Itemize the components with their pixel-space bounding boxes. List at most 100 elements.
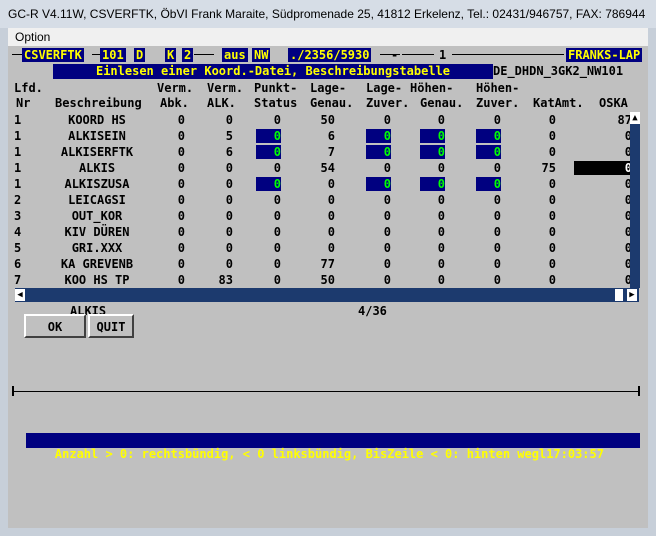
field-flag2[interactable]: K: [165, 48, 177, 62]
cell-verm-alk[interactable]: 0: [201, 209, 233, 223]
cell-katamt[interactable]: 0: [515, 177, 556, 191]
cell-hoehen-zuver[interactable]: 0: [476, 241, 501, 255]
cell-oska[interactable]: 0: [574, 193, 632, 207]
cell-verm-alk[interactable]: 0: [201, 257, 233, 271]
field-number[interactable]: 101: [100, 48, 126, 62]
cell-oska[interactable]: 0: [574, 257, 632, 271]
quit-button[interactable]: QUIT: [88, 314, 134, 338]
cell-hoehen-zuver[interactable]: 0: [476, 209, 501, 223]
cell-verm-abk[interactable]: 0: [163, 193, 185, 207]
cell-lage-genau[interactable]: 7: [310, 145, 335, 159]
cell-hoehen-zuver[interactable]: 0: [476, 161, 501, 175]
cell-lage-zuver[interactable]: 0: [366, 161, 391, 175]
cell-hoehen-zuver[interactable]: 0: [476, 129, 501, 143]
row-description[interactable]: KA GREVENB: [56, 257, 138, 271]
cell-verm-alk[interactable]: 0: [201, 177, 233, 191]
cell-lage-genau[interactable]: 50: [310, 113, 335, 127]
cell-verm-abk[interactable]: 0: [163, 225, 185, 239]
field-flag1[interactable]: D: [134, 48, 146, 62]
cell-hoehen-genau[interactable]: 0: [420, 145, 445, 159]
cell-katamt[interactable]: 0: [515, 129, 556, 143]
cell-verm-abk[interactable]: 0: [163, 129, 185, 143]
cell-hoehen-zuver[interactable]: 0: [476, 177, 501, 191]
cell-verm-alk[interactable]: 0: [201, 113, 233, 127]
cell-hoehen-genau[interactable]: 0: [420, 193, 445, 207]
cell-hoehen-genau[interactable]: 0: [420, 225, 445, 239]
cell-verm-abk[interactable]: 0: [163, 273, 185, 287]
cell-punkt-status[interactable]: 0: [256, 113, 281, 127]
cell-verm-abk[interactable]: 0: [163, 161, 185, 175]
cell-lage-zuver[interactable]: 0: [366, 113, 391, 127]
cell-lage-zuver[interactable]: 0: [366, 177, 391, 191]
cell-katamt[interactable]: 0: [515, 113, 556, 127]
table-row[interactable]: 1 ALKISZUSA 0 0 0 0 0 0 0 0 0: [8, 176, 632, 192]
cell-punkt-status[interactable]: 0: [256, 257, 281, 271]
cell-katamt[interactable]: 0: [515, 145, 556, 159]
row-description[interactable]: ALKIS: [56, 161, 138, 175]
scroll-thumb[interactable]: [615, 289, 623, 301]
cell-lage-genau[interactable]: 54: [310, 161, 335, 175]
cell-hoehen-genau[interactable]: 0: [420, 241, 445, 255]
cell-punkt-status[interactable]: 0: [256, 161, 281, 175]
vertical-scrollbar[interactable]: ▲: [630, 112, 640, 288]
cell-lage-zuver[interactable]: 0: [366, 145, 391, 159]
cell-hoehen-zuver[interactable]: 0: [476, 145, 501, 159]
cell-hoehen-zuver[interactable]: 0: [476, 273, 501, 287]
cell-verm-alk[interactable]: 0: [201, 161, 233, 175]
cell-verm-abk[interactable]: 0: [163, 113, 185, 127]
row-description[interactable]: GRI.XXX: [56, 241, 138, 255]
field-mode[interactable]: aus: [222, 48, 248, 62]
cell-oska[interactable]: 0: [574, 225, 632, 239]
cell-katamt[interactable]: 0: [515, 241, 556, 255]
table-row[interactable]: 4 KIV DÜREN 0 0 0 0 0 0 0 0 0: [8, 224, 632, 240]
cell-oska[interactable]: 0: [574, 241, 632, 255]
row-description[interactable]: KIV DÜREN: [56, 225, 138, 239]
field-flag3[interactable]: 2: [182, 48, 194, 62]
cell-katamt[interactable]: 0: [515, 273, 556, 287]
cell-oska[interactable]: 0: [574, 209, 632, 223]
cell-lage-genau[interactable]: 0: [310, 241, 335, 255]
scroll-up-icon[interactable]: ▲: [630, 112, 640, 124]
row-description[interactable]: OUT_KOR: [56, 209, 138, 223]
cell-punkt-status[interactable]: 0: [256, 145, 281, 159]
cell-hoehen-genau[interactable]: 0: [420, 257, 445, 271]
cell-verm-abk[interactable]: 0: [163, 177, 185, 191]
cell-katamt[interactable]: 0: [515, 225, 556, 239]
cell-oska[interactable]: 0: [574, 161, 632, 175]
cell-katamt[interactable]: 0: [515, 193, 556, 207]
cell-lage-genau[interactable]: 50: [310, 273, 335, 287]
cell-katamt[interactable]: 0: [515, 257, 556, 271]
cell-lage-genau[interactable]: 6: [310, 129, 335, 143]
cell-lage-genau[interactable]: 0: [310, 193, 335, 207]
ok-button[interactable]: OK: [24, 314, 86, 338]
cell-verm-alk[interactable]: 5: [201, 129, 233, 143]
cell-katamt[interactable]: 0: [515, 209, 556, 223]
cell-verm-alk[interactable]: 0: [201, 241, 233, 255]
cell-verm-alk[interactable]: 0: [201, 193, 233, 207]
row-description[interactable]: KOORD HS: [56, 113, 138, 127]
field-reference[interactable]: ./2356/5930: [288, 48, 372, 62]
cell-verm-abk[interactable]: 0: [163, 145, 185, 159]
cell-lage-genau[interactable]: 0: [310, 177, 335, 191]
table-row[interactable]: 3 OUT_KOR 0 0 0 0 0 0 0 0 0: [8, 208, 632, 224]
scroll-left-icon[interactable]: ◀: [15, 289, 25, 301]
row-description[interactable]: ALKISERFTK: [56, 145, 138, 159]
table-row[interactable]: 7 KOO HS TP 0 83 0 50 0 0 0 0 0: [8, 272, 632, 288]
table-row[interactable]: 1 KOORD HS 0 0 0 50 0 0 0 0 87: [8, 112, 632, 128]
cell-punkt-status[interactable]: 0: [256, 129, 281, 143]
cell-verm-abk[interactable]: 0: [163, 209, 185, 223]
row-description[interactable]: ALKISZUSA: [56, 177, 138, 191]
field-region[interactable]: NW: [252, 48, 271, 62]
cell-lage-zuver[interactable]: 0: [366, 273, 391, 287]
cell-punkt-status[interactable]: 0: [256, 225, 281, 239]
cell-verm-alk[interactable]: 6: [201, 145, 233, 159]
cell-oska[interactable]: 0: [574, 273, 632, 287]
cell-punkt-status[interactable]: 0: [256, 241, 281, 255]
cell-lage-zuver[interactable]: 0: [366, 209, 391, 223]
cell-hoehen-genau[interactable]: 0: [420, 129, 445, 143]
cell-oska[interactable]: 87: [574, 113, 632, 127]
cell-hoehen-zuver[interactable]: 0: [476, 113, 501, 127]
cell-lage-genau[interactable]: 0: [310, 209, 335, 223]
field-program[interactable]: CSVERFTK: [22, 48, 84, 62]
cell-oska[interactable]: 0: [574, 177, 632, 191]
